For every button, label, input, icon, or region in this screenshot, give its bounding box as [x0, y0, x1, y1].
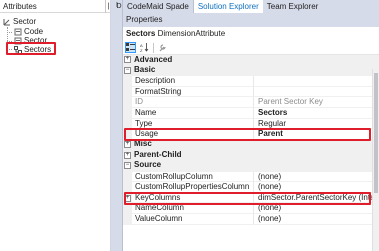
- category-label: Source: [134, 160, 162, 170]
- sort-az-icon: AZ: [140, 43, 149, 52]
- category-label: Parent-Child: [134, 150, 182, 159]
- expand-icon[interactable]: +: [124, 141, 131, 149]
- property-row-description[interactable]: Description: [123, 76, 379, 87]
- tree-item-sector-dimension[interactable]: Sector: [3, 17, 36, 27]
- alphabetical-button[interactable]: AZ: [139, 42, 150, 53]
- tool-window-tabs: CodeMaid Spade Solution Explorer Team Ex…: [123, 0, 379, 13]
- property-name: CustomRollupColumn: [132, 171, 254, 183]
- collapse-icon[interactable]: −: [124, 162, 131, 170]
- category-misc[interactable]: + Misc: [123, 139, 379, 151]
- tab-codemaid-spade[interactable]: CodeMaid Spade: [123, 0, 194, 13]
- tab-team-explorer[interactable]: Team Explorer: [263, 0, 323, 13]
- attributes-pane: Attributes | Sector Code Sector Sectors: [0, 0, 111, 251]
- property-grid-scrollbar[interactable]: [372, 69, 379, 251]
- category-label: Advanced: [134, 55, 173, 64]
- property-row-name[interactable]: Name Sectors: [123, 107, 379, 119]
- property-row-formatstring[interactable]: FormatString: [123, 86, 379, 98]
- property-name: FormatString: [132, 86, 254, 98]
- object-name: Sectors: [126, 29, 156, 38]
- property-value[interactable]: (none): [254, 214, 379, 225]
- selection-highlight: [6, 42, 56, 55]
- object-type: DimensionAttribute: [157, 29, 226, 38]
- highlight-box: [124, 128, 371, 141]
- property-value: Parent Sector Key: [254, 97, 379, 108]
- property-value[interactable]: (none): [254, 172, 379, 183]
- property-value[interactable]: [254, 76, 379, 87]
- property-pages-button[interactable]: [157, 42, 168, 53]
- properties-title: Properties: [123, 13, 379, 27]
- property-name: ValueColumn: [132, 213, 254, 225]
- collapsed-panel-strip: I: [111, 0, 123, 251]
- categorized-icon: [126, 43, 135, 51]
- property-value[interactable]: Sectors: [254, 108, 379, 119]
- category-basic[interactable]: − Basic: [123, 65, 379, 77]
- category-source[interactable]: − Source: [123, 160, 379, 172]
- category-advanced[interactable]: + Advanced: [123, 55, 379, 66]
- categorized-button[interactable]: [125, 42, 136, 53]
- properties-toolbar: AZ: [123, 41, 379, 55]
- attribute-icon: [14, 28, 22, 36]
- expand-icon[interactable]: +: [124, 56, 131, 64]
- collapse-icon[interactable]: −: [124, 66, 131, 74]
- property-row-customrollupcolumn[interactable]: CustomRollupColumn (none): [123, 171, 379, 183]
- svg-text:Z: Z: [140, 48, 143, 52]
- scrollbar-thumb[interactable]: [374, 73, 378, 193]
- dimension-icon: [3, 19, 10, 26]
- property-name: ID: [132, 97, 254, 108]
- property-row-valuecolumn[interactable]: ValueColumn (none): [123, 213, 379, 225]
- expand-icon[interactable]: +: [124, 151, 131, 159]
- wrench-icon: [159, 44, 166, 52]
- category-label: Basic: [134, 65, 156, 75]
- property-row-id[interactable]: ID Parent Sector Key: [123, 97, 379, 108]
- property-value[interactable]: [254, 87, 379, 98]
- property-grid: + Advanced − Basic Description FormatString ID…: [123, 55, 379, 225]
- property-name: Name: [132, 107, 254, 119]
- category-label: Misc: [134, 139, 152, 149]
- tree-item-label: Sector: [13, 17, 37, 26]
- collapsed-tab-d[interactable]: D: [115, 0, 123, 13]
- property-name: Description: [132, 76, 254, 87]
- category-parent-child[interactable]: + Parent-Child: [123, 150, 379, 161]
- highlight-box: [124, 192, 371, 205]
- attributes-header: Attributes: [0, 0, 110, 13]
- tab-solution-explorer[interactable]: Solution Explorer: [193, 0, 263, 13]
- object-selector[interactable]: Sectors DimensionAttribute: [123, 27, 379, 41]
- properties-window: Properties Sectors DimensionAttribute AZ…: [123, 13, 379, 251]
